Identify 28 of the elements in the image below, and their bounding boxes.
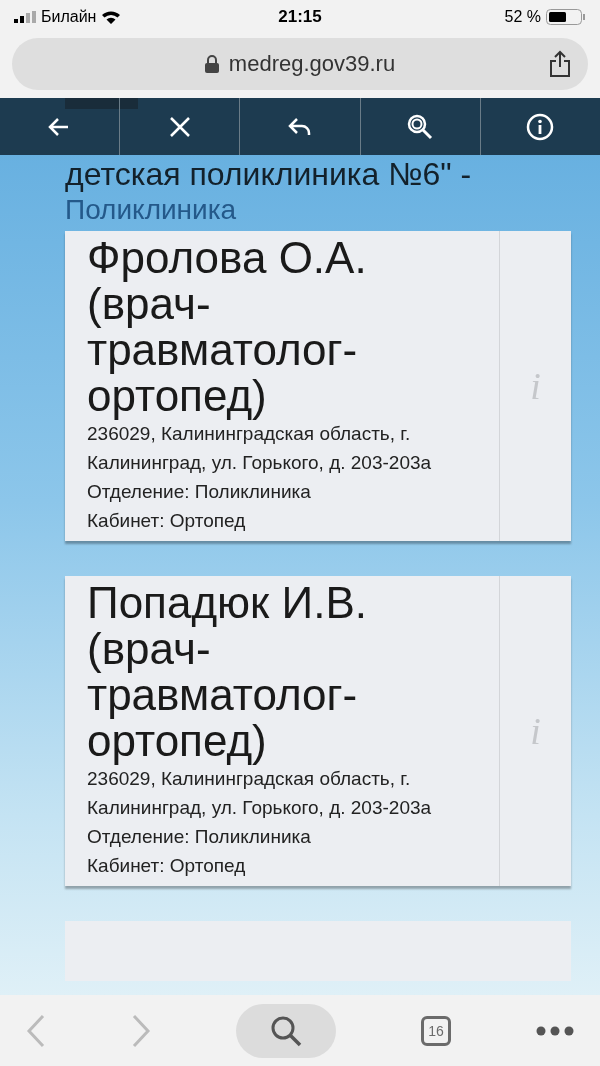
tabs-button[interactable]: 16 — [421, 1015, 451, 1046]
room-text: Кабинет: Ортопед — [87, 509, 247, 533]
chevron-right-icon — [131, 1013, 151, 1048]
signal-icon — [14, 11, 36, 23]
doctor-name: Фролова О.А. (врач-травматолог-ортопед) — [87, 235, 368, 419]
doctor-name: Попадюк И.В. (врач-травматолог-ортопед) — [87, 580, 368, 764]
battery-percent: 52 % — [504, 8, 541, 26]
section-title: Поликлиника — [65, 193, 238, 227]
info-icon — [526, 112, 555, 141]
lock-icon — [204, 55, 219, 73]
address-text: 236029, Калининградская область, г. Калининград, ул. Горького, д. 203-203а — [87, 767, 433, 820]
address-text: 236029, Калининградская область, г. Калининград, ул. Горького, д. 203-203а — [87, 422, 433, 475]
page-heading: детская поликлиника №6" - — [65, 155, 472, 193]
wifi-icon — [101, 9, 122, 25]
address-bar[interactable]: medreg.gov39.ru — [12, 38, 588, 90]
url-text: medreg.gov39.ru — [228, 51, 396, 77]
share-icon[interactable] — [548, 50, 572, 78]
carrier-name: Билайн — [41, 8, 97, 26]
department-text: Отделение: Поликлиника — [87, 480, 312, 504]
search-icon — [406, 112, 435, 141]
search-button[interactable] — [236, 1003, 336, 1058]
department-text: Отделение: Поликлиника — [87, 825, 312, 849]
room-text: Кабинет: Ортопед — [87, 854, 247, 878]
clock-time: 21:15 — [278, 7, 322, 27]
chevron-left-icon — [26, 1013, 46, 1048]
battery-icon — [546, 9, 586, 25]
more-button[interactable] — [536, 1025, 574, 1036]
more-icon — [536, 1025, 574, 1036]
